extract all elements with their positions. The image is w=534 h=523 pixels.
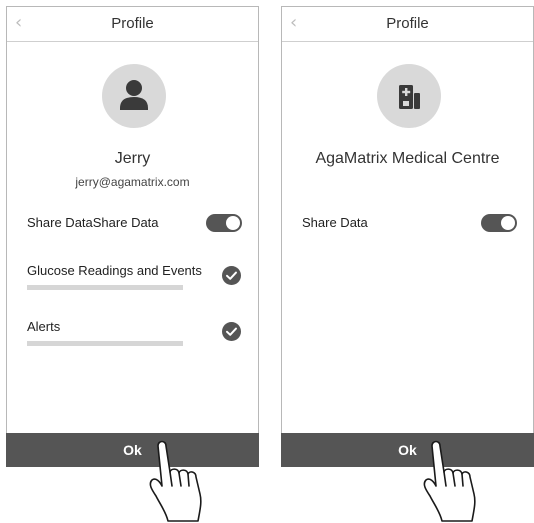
- avatar: [377, 64, 441, 128]
- hospital-icon: [399, 85, 420, 109]
- clinic-name: AgaMatrix Medical Centre: [315, 150, 500, 167]
- progress-bar: [27, 285, 183, 290]
- tapping-hand-icon: [149, 440, 202, 522]
- progress-bar: [27, 341, 183, 346]
- user-email: jerry@agamatrix.com: [75, 175, 190, 189]
- header-bar: ‹ Profile: [7, 7, 258, 42]
- toggle-knob: [226, 216, 240, 230]
- share-data-toggle[interactable]: [481, 214, 517, 232]
- list-item-label: Alerts: [27, 319, 61, 334]
- ok-button[interactable]: Ok: [281, 433, 534, 467]
- person-icon: [120, 80, 148, 110]
- share-data-toggle[interactable]: [206, 214, 242, 232]
- user-name: Jerry: [114, 150, 151, 167]
- toggle-knob: [501, 216, 515, 230]
- user-profile-screen: ‹ Profile Jerry jerry@agamatrix.com Shar…: [6, 6, 259, 467]
- avatar: [102, 64, 166, 128]
- header-bar: ‹ Profile: [282, 7, 533, 42]
- page-title: Profile: [111, 15, 154, 32]
- list-item-label: Glucose Readings and Events: [27, 263, 202, 278]
- share-data-label: Share DataShare Data: [27, 215, 159, 230]
- checkmark-icon[interactable]: [222, 322, 241, 341]
- clinic-profile-screen: ‹ Profile AgaMatrix Medical Centre Share…: [281, 6, 534, 467]
- ok-button[interactable]: Ok: [6, 433, 259, 467]
- share-data-label: Share Data: [302, 215, 368, 230]
- tapping-hand-icon: [423, 440, 476, 522]
- page-title: Profile: [386, 15, 429, 32]
- checkmark-icon[interactable]: [222, 266, 241, 285]
